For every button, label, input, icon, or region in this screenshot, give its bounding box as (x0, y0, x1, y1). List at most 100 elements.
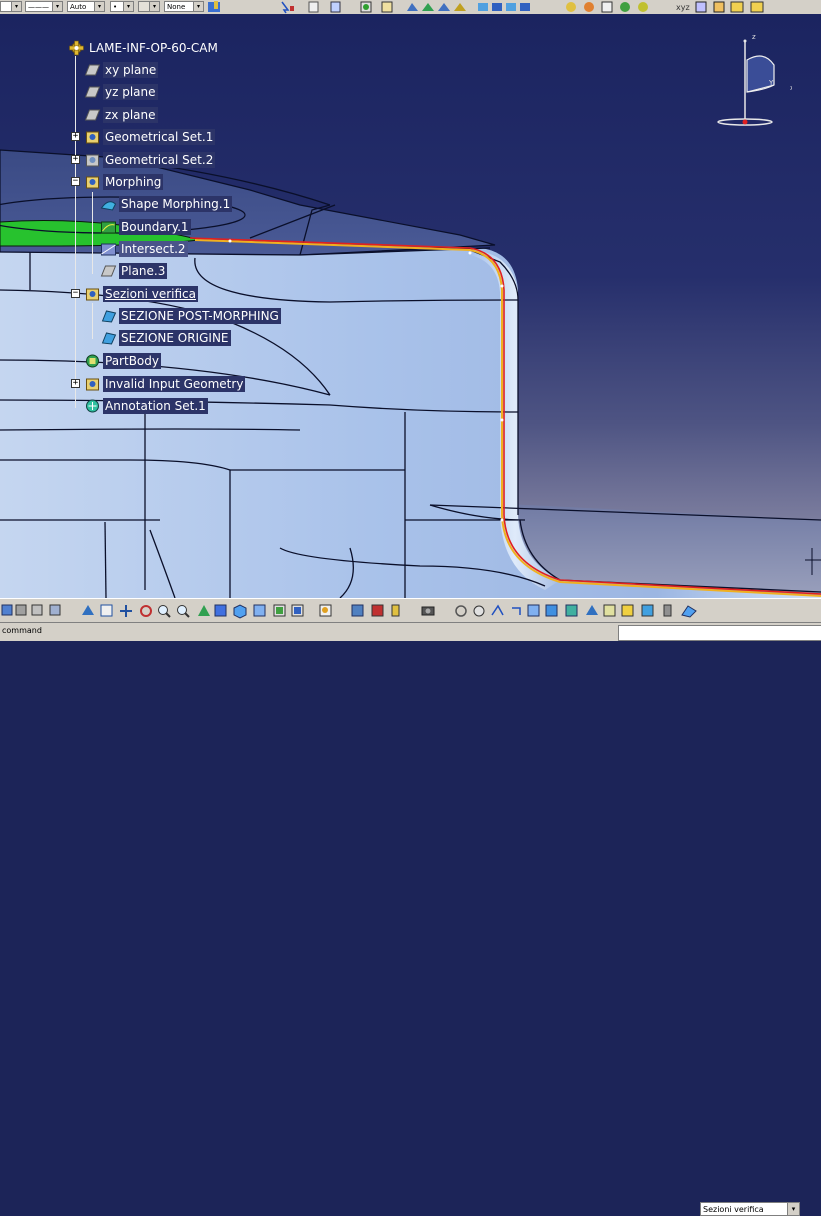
tree-item-label: zx plane (103, 107, 158, 123)
shading-icon[interactable] (253, 604, 266, 617)
iso-view-icon[interactable] (233, 604, 247, 619)
collapse-toggle[interactable]: − (71, 177, 80, 186)
grid-icon[interactable]: xyz (676, 1, 725, 13)
tree-item-label: Sezioni verifica (103, 286, 198, 302)
pan-icon[interactable] (120, 605, 132, 617)
bottom-toolbar: Sezioni verifica ▾ (0, 598, 821, 1216)
surface-tools-icon[interactable] (407, 3, 466, 11)
tree-root-label: LAME-INF-OP-60-CAM (89, 41, 218, 55)
swap-visible-icon[interactable] (291, 604, 304, 617)
tree-item-label: Boundary.1 (119, 219, 191, 235)
tree-item-invalid-input-geometry[interactable]: Invalid Input Geometry (84, 375, 246, 393)
fly-mode-icon[interactable] (82, 605, 94, 615)
surface-icon (101, 310, 117, 323)
tree-item-geometrical-set-2[interactable]: Geometrical Set.2 (84, 151, 216, 169)
axis-compass[interactable]: z Y x (712, 30, 792, 130)
collapse-toggle[interactable]: − (71, 289, 80, 298)
curve-point (500, 418, 504, 422)
z-axis-label: z (752, 33, 756, 41)
tree-item-yz-plane[interactable]: yz plane (84, 83, 158, 101)
zoom-out-icon[interactable] (177, 605, 190, 618)
normal-view-icon[interactable] (198, 605, 210, 616)
tree-item-label: PartBody (103, 353, 161, 369)
geometrical-set-icon (86, 154, 99, 167)
specification-tree: LAME-INF-OP-60-CAM xy plane yz plane zx … (0, 0, 330, 420)
tree-item-boundary[interactable]: Boundary.1 (100, 218, 191, 236)
tree-item-label: xy plane (103, 62, 159, 78)
command-input[interactable] (618, 625, 821, 641)
x-axis-label: x (790, 84, 792, 92)
tree-connector (92, 303, 93, 339)
tree-item-morphing[interactable]: Morphing (84, 173, 164, 191)
tree-item-intersect[interactable]: Intersect.2 (100, 240, 188, 258)
split-trim-icon[interactable] (478, 3, 530, 11)
expand-toggle[interactable]: + (71, 132, 80, 141)
spec-tree-icon[interactable] (319, 604, 332, 617)
expand-toggle[interactable]: + (71, 379, 80, 388)
camera-icon[interactable] (421, 606, 435, 616)
intersect-icon (101, 243, 116, 256)
current-set-value: Sezioni verifica (703, 1205, 764, 1214)
fit-all-icon[interactable] (100, 604, 113, 617)
zoom-in-icon[interactable] (158, 605, 171, 618)
tree-item-label: Annotation Set.1 (103, 398, 208, 414)
y-axis-label: Y (768, 79, 774, 87)
multi-view-icon[interactable] (214, 604, 227, 617)
expand-toggle[interactable]: + (71, 155, 80, 164)
plane-icon (84, 64, 101, 76)
update-icon[interactable] (360, 1, 372, 13)
tree-item-zx-plane[interactable]: zx plane (84, 106, 158, 124)
tree-item-label: Invalid Input Geometry (103, 376, 246, 392)
plane-icon (84, 109, 101, 121)
geometrical-set-icon (86, 288, 99, 301)
tree-item-label: Geometrical Set.1 (103, 129, 216, 145)
tree-item-geometrical-set-1[interactable]: Geometrical Set.1 (84, 128, 216, 146)
paste-icon[interactable] (330, 1, 341, 13)
curve-point (468, 251, 472, 255)
tree-connector (75, 56, 76, 408)
tree-item-label: Plane.3 (119, 263, 168, 279)
current-geometrical-set-combo[interactable]: Sezioni verifica ▾ (700, 1202, 800, 1216)
plane-icon (84, 86, 101, 98)
geometrical-set-icon (86, 131, 99, 144)
curve-point (500, 284, 504, 288)
tree-item-label: yz plane (103, 84, 158, 100)
partbody-icon (86, 354, 99, 368)
tree-item-label: Intersect.2 (119, 241, 188, 257)
surface-icon (101, 332, 117, 345)
tree-item-label: SEZIONE POST-MORPHING (119, 308, 281, 324)
boundary-icon (101, 221, 116, 234)
tree-item-label: SEZIONE ORIGINE (119, 330, 231, 346)
tree-root[interactable]: LAME-INF-OP-60-CAM (68, 39, 220, 57)
part-icon (69, 40, 84, 56)
hide-show-icon[interactable] (273, 604, 286, 617)
tree-item-label: Geometrical Set.2 (103, 152, 216, 168)
rotate-icon[interactable] (140, 605, 152, 617)
tree-item-plane-3[interactable]: Plane.3 (100, 262, 168, 280)
tree-item-sezione-origine[interactable]: SEZIONE ORIGINE (100, 329, 231, 347)
chevron-down-icon: ▾ (787, 1203, 799, 1215)
view-tools-icon[interactable] (1, 604, 61, 616)
analysis-tools-icon[interactable] (566, 1, 648, 13)
tree-item-label: Shape Morphing.1 (119, 196, 233, 212)
tree-item-xy-plane[interactable]: xy plane (84, 61, 159, 79)
bottom-toolbar-icons (1, 604, 697, 619)
annotation-icon (86, 399, 99, 413)
tree-item-partbody[interactable]: PartBody (84, 352, 161, 370)
tree-item-annotation-set[interactable]: Annotation Set.1 (84, 397, 208, 415)
tree-item-sezioni-verifica[interactable]: Sezioni verifica (84, 285, 198, 303)
tree-item-sezione-post-morphing[interactable]: SEZIONE POST-MORPHING (100, 307, 281, 325)
shape-morphing-icon (100, 201, 117, 211)
geometrical-set-icon (86, 176, 99, 189)
sketch-tools-icon[interactable] (455, 604, 697, 618)
measure-icon[interactable] (351, 604, 400, 617)
tree-connector (92, 192, 93, 274)
svg-text:xyz: xyz (676, 3, 690, 12)
plane-icon (100, 265, 117, 277)
zoom-area-icon[interactable] (381, 1, 393, 13)
snap-tools-icon[interactable] (730, 1, 764, 13)
compass-handle[interactable] (742, 119, 748, 125)
curve-point (500, 518, 504, 522)
tree-item-shape-morphing[interactable]: Shape Morphing.1 (100, 195, 233, 213)
status-prompt: command (2, 626, 42, 635)
